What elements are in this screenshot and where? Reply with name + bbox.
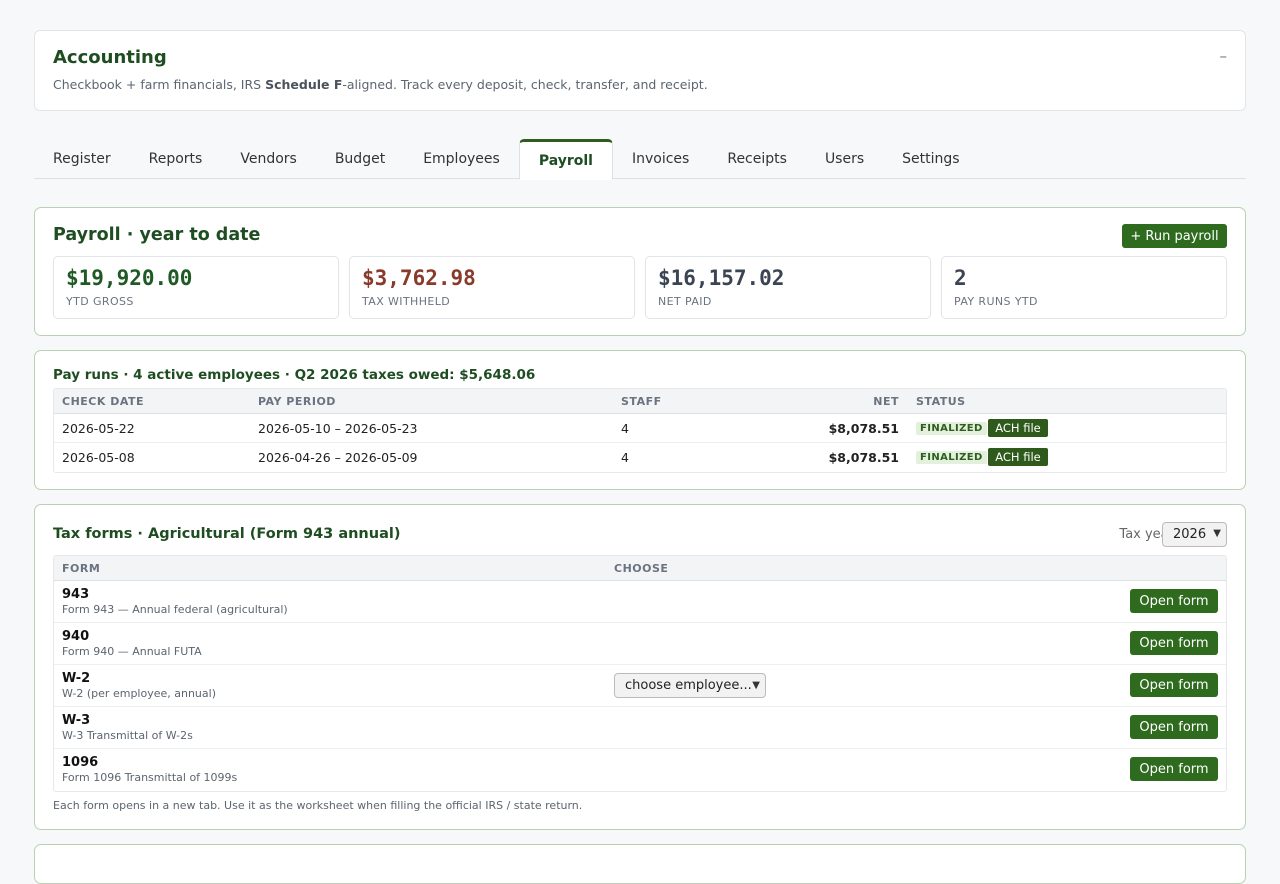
stat-value: $3,762.98 [362,266,476,290]
open-form-button[interactable]: Open form [1130,673,1218,697]
tab-receipts[interactable]: Receipts [708,139,806,179]
tab-employees[interactable]: Employees [404,139,519,179]
stat-net-paid: $16,157.02 NET PAID [645,256,931,319]
tax-forms-footnote: Each form opens in a new tab. Use it as … [53,799,583,812]
form-row-943: 943 Form 943 — Annual federal (agricultu… [54,581,1226,623]
description-emphasis: Schedule F [265,77,343,92]
col-net: NET [873,395,899,408]
tax-forms-table: FORM CHOOSE 943 Form 943 — Annual federa… [53,555,1227,792]
form-code: 940 [62,629,90,644]
tab-bar: Register Reports Vendors Budget Employee… [34,139,1246,180]
payroll-ytd-title: Payroll · year to date [53,225,261,245]
stat-pay-runs: 2 PAY RUNS YTD [941,256,1227,319]
next-section-card [34,844,1246,884]
form-description: W-3 Transmittal of W-2s [62,729,193,742]
pay-runs-card: Pay runs · 4 active employees · Q2 2026 … [34,350,1246,490]
tab-reports[interactable]: Reports [130,139,222,179]
open-form-button[interactable]: Open form [1130,631,1218,655]
col-status: STATUS [916,395,966,408]
table-header: CHECK DATE PAY PERIOD STAFF NET STATUS [54,389,1226,414]
open-form-button[interactable]: Open form [1130,715,1218,739]
pay-runs-title: Pay runs · 4 active employees · Q2 2026 … [53,367,536,383]
status-badge: FINALIZED [916,451,987,464]
tab-settings[interactable]: Settings [883,139,978,179]
stat-ytd-gross: $19,920.00 YTD GROSS [53,256,339,319]
page-title: Accounting [53,47,167,68]
ach-file-button[interactable]: ACH file [988,448,1048,466]
staff-count: 4 [621,421,629,436]
table-row: 2026-05-22 2026-05-10 – 2026-05-23 4 $8,… [54,414,1226,443]
form-row-1096: 1096 Form 1096 Transmittal of 1099s Open… [54,749,1226,791]
employee-select-value: choose employee... [625,678,752,693]
pay-period: 2026-05-10 – 2026-05-23 [258,421,418,436]
col-pay-period: PAY PERIOD [258,395,336,408]
stat-tax-withheld: $3,762.98 TAX WITHHELD [349,256,635,319]
open-form-button[interactable]: Open form [1130,589,1218,613]
description-text-end: -aligned. Track every deposit, check, tr… [342,77,708,92]
status-badge: FINALIZED [916,422,987,435]
table-row: 2026-05-08 2026-04-26 – 2026-05-09 4 $8,… [54,443,1226,472]
tab-register[interactable]: Register [34,139,130,179]
ach-file-button[interactable]: ACH file [988,419,1048,437]
payroll-ytd-card: Payroll · year to date + Run payroll $19… [34,207,1246,336]
stat-value: 2 [954,266,967,290]
form-description: W-2 (per employee, annual) [62,687,216,700]
check-date: 2026-05-22 [62,421,135,436]
net-amount: $8,078.51 [828,421,899,436]
col-staff: STAFF [621,395,662,408]
tax-year-value: 2026 [1173,527,1207,542]
tax-forms-card: Tax forms · Agricultural (Form 943 annua… [34,504,1246,830]
form-description: Form 1096 Transmittal of 1099s [62,771,238,784]
tab-invoices[interactable]: Invoices [613,139,708,179]
page-description: Checkbook + farm financials, IRS Schedul… [53,77,708,92]
col-choose: CHOOSE [614,562,669,575]
collapse-icon[interactable]: – [1220,47,1228,65]
chevron-down-icon: ▼ [752,680,760,691]
chevron-down-icon: ▼ [1213,528,1221,539]
pay-period: 2026-04-26 – 2026-05-09 [258,450,418,465]
run-payroll-button[interactable]: + Run payroll [1122,224,1227,248]
form-description: Form 940 — Annual FUTA [62,645,202,658]
form-code: W-2 [62,671,91,686]
form-row-w2: W-2 W-2 (per employee, annual) choose em… [54,665,1226,707]
form-code: 1096 [62,755,99,770]
check-date: 2026-05-08 [62,450,135,465]
open-form-button[interactable]: Open form [1130,757,1218,781]
stat-label: YTD GROSS [66,295,134,308]
net-amount: $8,078.51 [828,450,899,465]
form-row-w3: W-3 W-3 Transmittal of W-2s Open form [54,707,1226,749]
table-header: FORM CHOOSE [54,556,1226,581]
form-description: Form 943 — Annual federal (agricultural) [62,603,288,616]
tab-users[interactable]: Users [806,139,883,179]
description-text: Checkbook + farm financials, IRS [53,77,266,92]
tax-year-select[interactable]: 2026 ▼ [1162,522,1227,547]
stat-value: $19,920.00 [66,266,193,290]
tab-payroll[interactable]: Payroll [518,139,613,180]
col-form: FORM [62,562,101,575]
stat-label: NET PAID [658,295,712,308]
tax-forms-title: Tax forms · Agricultural (Form 943 annua… [53,526,401,542]
tab-vendors[interactable]: Vendors [221,139,315,179]
pay-runs-table: CHECK DATE PAY PERIOD STAFF NET STATUS 2… [53,388,1227,473]
form-row-940: 940 Form 940 — Annual FUTA Open form [54,623,1226,665]
staff-count: 4 [621,450,629,465]
stat-value: $16,157.02 [658,266,785,290]
stat-label: PAY RUNS YTD [954,295,1038,308]
form-code: 943 [62,587,90,602]
employee-select[interactable]: choose employee... ▼ [614,673,766,698]
tab-budget[interactable]: Budget [316,139,404,179]
col-check-date: CHECK DATE [62,395,145,408]
header-card: Accounting Checkbook + farm financials, … [34,30,1246,111]
form-code: W-3 [62,713,91,728]
stat-label: TAX WITHHELD [362,295,451,308]
